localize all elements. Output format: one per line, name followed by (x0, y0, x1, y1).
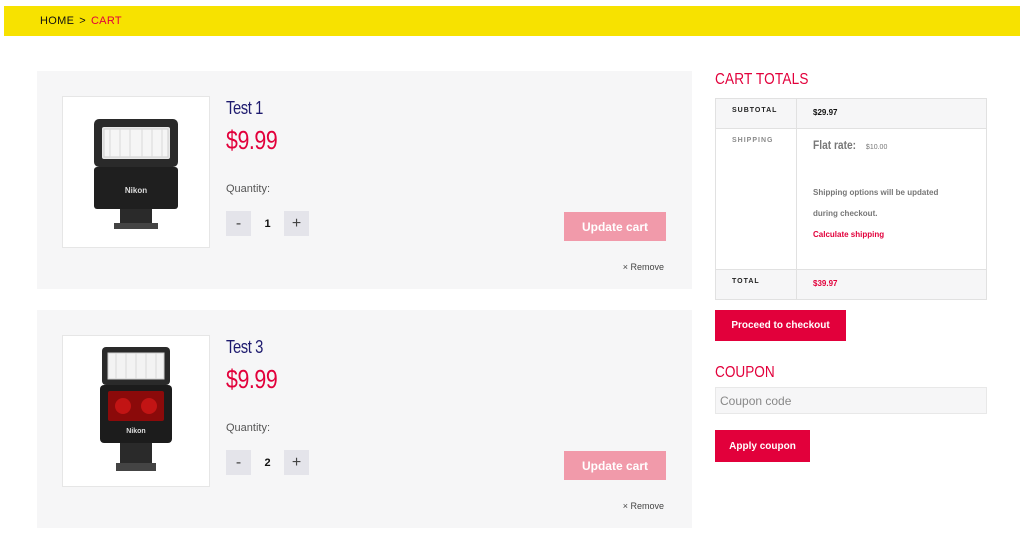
product-name-link[interactable]: Test 3 (226, 337, 263, 358)
camera-flash-small-icon: Nikon (94, 119, 178, 229)
remove-item-link[interactable]: × Remove (623, 501, 664, 511)
product-price: $9.99 (226, 125, 278, 155)
flat-rate-value: $10.00 (865, 144, 888, 151)
quantity-value[interactable]: 2 (251, 457, 284, 469)
coupon-title: COUPON (715, 364, 775, 381)
quantity-stepper: - 2 + (226, 450, 309, 475)
cart-totals-title: CART TOTALS (715, 71, 809, 88)
quantity-value[interactable]: 1 (251, 218, 284, 230)
camera-flash-large-icon: Nikon (100, 347, 172, 471)
product-name-link[interactable]: Test 1 (226, 98, 263, 119)
apply-coupon-button[interactable]: Apply coupon (715, 430, 810, 462)
quantity-plus-button[interactable]: + (284, 450, 309, 475)
quantity-minus-button[interactable]: - (226, 450, 251, 475)
remove-item-link[interactable]: × Remove (623, 262, 664, 272)
quantity-plus-button[interactable]: + (284, 211, 309, 236)
quantity-label: Quantity: (226, 422, 271, 434)
quantity-label: Quantity: (226, 183, 271, 195)
product-price: $9.99 (226, 364, 278, 394)
svg-text:Nikon: Nikon (126, 428, 145, 435)
total-row: TOTAL $39.97 (715, 269, 987, 300)
shipping-label: SHIPPING (715, 128, 797, 270)
flat-rate-label: Flat rate: (813, 138, 857, 152)
total-value: $39.97 (796, 269, 987, 300)
cart-item: Nikon Test 1 $9.99 Quantity: - 1 + Updat… (37, 71, 692, 289)
total-label: TOTAL (715, 269, 797, 300)
breadcrumb-separator: > (79, 15, 86, 27)
subtotal-value: $29.97 (796, 98, 987, 129)
breadcrumb-home-link[interactable]: HOME (40, 15, 74, 27)
shipping-details: Flat rate: $10.00 Shipping options will … (796, 128, 987, 270)
shipping-note: Shipping options will be updated during … (813, 188, 939, 218)
calculate-shipping-link[interactable]: Calculate shipping (813, 224, 986, 245)
product-image[interactable]: Nikon (62, 96, 210, 248)
breadcrumb-current: CART (90, 15, 122, 27)
svg-text:Nikon: Nikon (125, 186, 147, 195)
subtotal-label: SUBTOTAL (715, 98, 797, 129)
update-cart-button[interactable]: Update cart (564, 451, 666, 480)
update-cart-button[interactable]: Update cart (564, 212, 666, 241)
proceed-to-checkout-button[interactable]: Proceed to checkout (715, 310, 846, 341)
quantity-minus-button[interactable]: - (226, 211, 251, 236)
quantity-stepper: - 1 + (226, 211, 309, 236)
shipping-row: SHIPPING Flat rate: $10.00 Shipping opti… (715, 128, 987, 270)
cart-page: HOME > CART Nikon Test 1 $9.99 Quantity:… (0, 0, 1024, 544)
breadcrumb: HOME > CART (4, 6, 1020, 36)
cart-item: Nikon Test 3 $9.99 Quantity: - 2 + Updat… (37, 310, 692, 528)
product-image[interactable]: Nikon (62, 335, 210, 487)
cart-totals-table: SUBTOTAL $29.97 SHIPPING Flat rate: $10.… (715, 98, 987, 300)
coupon-code-input[interactable] (715, 387, 987, 414)
subtotal-row: SUBTOTAL $29.97 (715, 98, 987, 129)
